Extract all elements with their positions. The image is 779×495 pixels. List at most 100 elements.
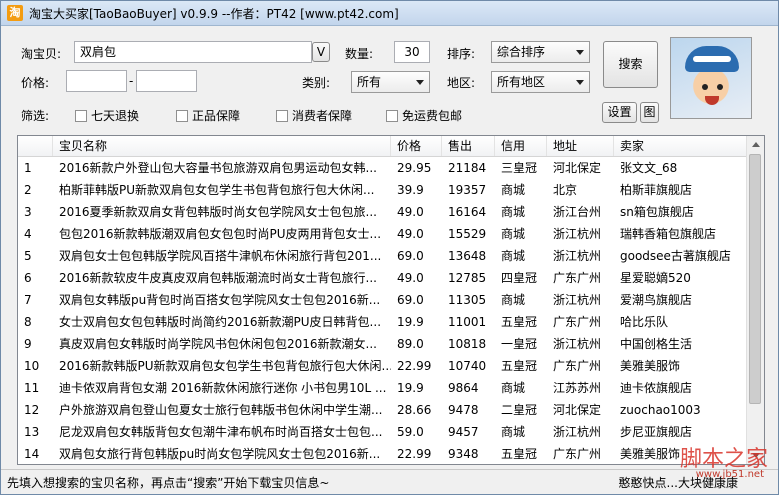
table-row[interactable]: 3 2016夏季新款双肩女背包韩版时尚女包学院风女士包包旅... 49.0 16164… xyxy=(18,201,748,223)
table-row[interactable]: 14 双肩包女旅行背包韩版pu时尚女包学院风女士包包2016新... 22.99 93… xyxy=(18,443,748,464)
checkbox-icon xyxy=(386,109,398,122)
search-button[interactable]: 搜索 xyxy=(603,41,658,88)
cell-address: 浙江杭州 xyxy=(553,425,602,439)
window-title: 淘宝大买家[TaoBaoBuyer] v0.9.9 --作者：PT42 [www… xyxy=(29,7,399,21)
column-header-sold[interactable]: 售出 xyxy=(442,136,495,156)
table-row[interactable]: 11 迪卡侬双肩背包女潮 2016新款休闲旅行迷你 小书包男10L ... 19.9… xyxy=(18,377,748,399)
table-row[interactable]: 12 户外旅游双肩包登山包夏女士旅行包韩版书包休闲中学生潮... 28.66 9478… xyxy=(18,399,748,421)
image-button[interactable]: 图 xyxy=(640,102,659,123)
table-row[interactable]: 1 2016新款户外登山包大容量书包旅游双肩包男运动包女韩... 29.95 2118… xyxy=(18,157,748,179)
cell-index: 12 xyxy=(24,403,40,417)
cell-sold: 12785 xyxy=(448,271,487,285)
cell-address: 广东广州 xyxy=(553,447,602,461)
cell-price: 69.0 xyxy=(397,293,424,307)
table-row[interactable]: 4 包包2016新款韩版潮双肩包女包包时尚PU皮两用背包女士... 49.0 1552… xyxy=(18,223,748,245)
table-row[interactable]: 6 2016新款软皮牛皮真皮双肩包韩版潮流时尚女士背包旅行... 49.0 12785… xyxy=(18,267,748,289)
price-label: 价格: xyxy=(21,76,50,90)
chevron-down-icon xyxy=(576,50,584,55)
cell-sold: 9864 xyxy=(448,381,479,395)
quantity-input[interactable]: 30 xyxy=(394,41,430,63)
filter-seven-day-return[interactable]: 七天退换 xyxy=(75,107,139,124)
column-header-name[interactable]: 宝贝名称 xyxy=(53,136,391,156)
cell-index: 4 xyxy=(24,227,32,241)
cell-name: 双肩包女旅行背包韩版pu时尚女包学院风女士包包2016新... xyxy=(59,447,381,461)
cell-index: 2 xyxy=(24,183,32,197)
checkbox-icon xyxy=(276,109,288,122)
results-table[interactable]: 宝贝名称 价格 售出 信用 地址 卖家 1 2016新款户外登山包大容量书包旅游双… xyxy=(17,135,765,465)
category-select[interactable]: 所有 xyxy=(351,71,430,93)
cell-credit: 商城 xyxy=(501,425,526,439)
column-header-address[interactable]: 地址 xyxy=(547,136,614,156)
cell-sold: 9348 xyxy=(448,447,479,461)
vertical-scrollbar[interactable] xyxy=(746,136,764,464)
keyword-history-button[interactable]: V xyxy=(312,42,330,62)
app-window: 淘 淘宝大买家[TaoBaoBuyer] v0.9.9 --作者：PT42 [w… xyxy=(0,0,779,495)
keyword-label: 淘宝贝: xyxy=(21,47,62,61)
cell-address: 江苏苏州 xyxy=(553,381,602,395)
table-row[interactable]: 9 真皮双肩包女韩版时尚学院风书包休闲包包2016新款潮女... 89.0 10818… xyxy=(18,333,748,355)
avatar-eye xyxy=(717,84,723,90)
cell-seller: 张文文_68 xyxy=(620,161,678,175)
column-header-credit[interactable]: 信用 xyxy=(495,136,547,156)
cell-credit: 五皇冠 xyxy=(501,359,538,373)
column-header-price[interactable]: 价格 xyxy=(391,136,442,156)
cell-index: 14 xyxy=(24,447,40,461)
cell-index: 1 xyxy=(24,161,32,175)
cell-name: 双肩包女韩版pu背包时尚百搭女包学院风女士包包2016新... xyxy=(59,293,381,307)
column-header-index[interactable] xyxy=(18,136,53,156)
settings-button[interactable]: 设置 xyxy=(602,102,637,123)
avatar-eye xyxy=(702,84,708,90)
cell-credit: 商城 xyxy=(501,227,526,241)
cell-seller: zuochao1003 xyxy=(620,403,701,417)
cell-index: 11 xyxy=(24,381,40,395)
filter-genuine-guarantee[interactable]: 正品保障 xyxy=(176,107,240,124)
cell-name: 柏斯菲韩版PU新款双肩包女包学生书包背包旅行包大休闲... xyxy=(59,183,375,197)
cell-name: 2016新款户外登山包大容量书包旅游双肩包男运动包女韩... xyxy=(59,161,377,175)
cell-price: 49.0 xyxy=(397,227,424,241)
table-row[interactable]: 10 2016新款韩版PU新款双肩包女包学生书包背包旅行包大休闲... 22.99 1… xyxy=(18,355,748,377)
column-header-seller[interactable]: 卖家 xyxy=(614,136,748,156)
cell-name: 真皮双肩包女韩版时尚学院风书包休闲包包2016新款潮女... xyxy=(59,337,377,351)
title-bar[interactable]: 淘 淘宝大买家[TaoBaoBuyer] v0.9.9 --作者：PT42 [w… xyxy=(1,1,778,26)
cell-address: 浙江杭州 xyxy=(553,337,602,351)
price-max-input[interactable] xyxy=(136,70,197,92)
cell-name: 2016夏季新款双肩女背包韩版时尚女包学院风女士包包旅... xyxy=(59,205,377,219)
checkbox-icon xyxy=(75,109,87,122)
scroll-thumb[interactable] xyxy=(749,154,761,404)
cell-price: 22.99 xyxy=(397,447,432,461)
filter-label: 筛选: xyxy=(21,109,50,123)
filter-free-shipping[interactable]: 免运费包邮 xyxy=(386,107,462,124)
cell-price: 19.9 xyxy=(397,315,424,329)
filter-consumer-protection[interactable]: 消费者保障 xyxy=(276,107,352,124)
cell-seller: 瑞韩香箱包旗舰店 xyxy=(620,227,717,241)
cell-name: 包包2016新款韩版潮双肩包女包包时尚PU皮两用背包女士... xyxy=(59,227,382,241)
cell-address: 广东广州 xyxy=(553,271,602,285)
cell-price: 59.0 xyxy=(397,425,424,439)
region-select[interactable]: 所有地区 xyxy=(491,71,590,93)
cell-credit: 五皇冠 xyxy=(501,315,538,329)
cell-index: 9 xyxy=(24,337,32,351)
price-min-input[interactable] xyxy=(66,70,127,92)
cell-address: 河北保定 xyxy=(553,161,602,175)
cell-credit: 商城 xyxy=(501,293,526,307)
cell-credit: 四皇冠 xyxy=(501,271,538,285)
cell-name: 2016新款软皮牛皮真皮双肩包韩版潮流时尚女士背包旅行... xyxy=(59,271,377,285)
table-row[interactable]: 5 双肩包女士包包韩版学院风百搭牛津帆布休闲旅行背包201... 69.0 13648… xyxy=(18,245,748,267)
table-row[interactable]: 7 双肩包女韩版pu背包时尚百搭女包学院风女士包包2016新... 69.0 1130… xyxy=(18,289,748,311)
sort-select-value: 综合排序 xyxy=(497,45,546,59)
cell-price: 49.0 xyxy=(397,205,424,219)
avatar-hat xyxy=(685,46,739,72)
table-row[interactable]: 13 尼龙双肩包女韩版背包女包潮牛津布帆布时尚百搭女士包包... 59.0 9457 商… xyxy=(18,421,748,443)
table-row[interactable]: 8 女士双肩包女包包韩版时尚简约2016新款潮PU皮日韩背包... 19.9 1100… xyxy=(18,311,748,333)
scroll-up-icon[interactable] xyxy=(747,136,764,153)
keyword-input[interactable]: 双肩包 xyxy=(74,41,312,63)
sort-select[interactable]: 综合排序 xyxy=(491,41,590,63)
cell-address: 浙江台州 xyxy=(553,205,602,219)
cell-name: 户外旅游双肩包登山包夏女士旅行包韩版书包休闲中学生潮... xyxy=(59,403,383,417)
filter-label-text: 消费者保障 xyxy=(292,109,353,123)
table-row[interactable]: 2 柏斯菲韩版PU新款双肩包女包学生书包背包旅行包大休闲... 39.9 19357 商… xyxy=(18,179,748,201)
cell-price: 39.9 xyxy=(397,183,424,197)
cell-address: 浙江杭州 xyxy=(553,293,602,307)
cell-price: 49.0 xyxy=(397,271,424,285)
cell-credit: 三皇冠 xyxy=(501,161,538,175)
